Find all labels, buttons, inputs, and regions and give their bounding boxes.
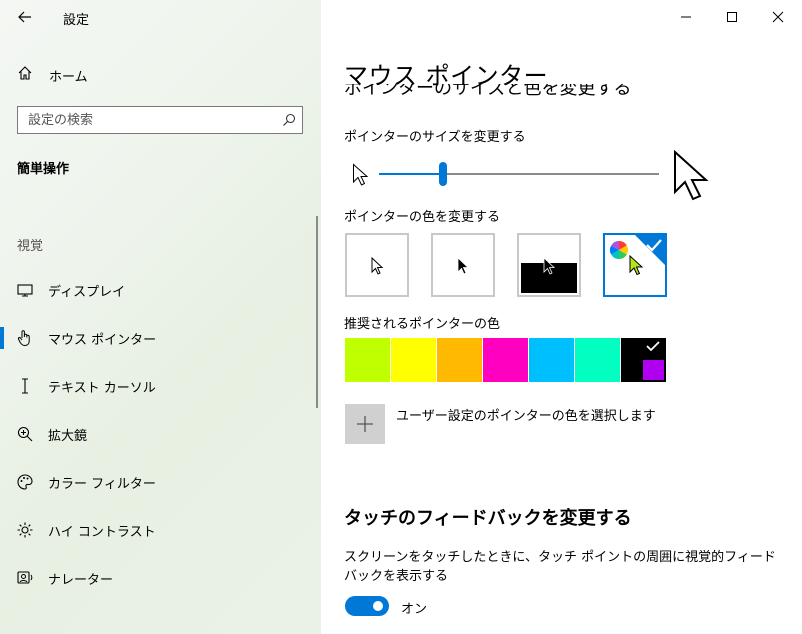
pointer-size-slider[interactable] xyxy=(379,162,659,186)
nav-scrollbar[interactable] xyxy=(316,216,318,408)
title-bar: 設定 xyxy=(0,0,321,34)
sidebar-item-narrator[interactable]: ナレーター xyxy=(0,557,321,597)
pointer-color-white[interactable] xyxy=(345,233,409,297)
nav-home[interactable]: ホーム xyxy=(0,60,321,88)
pointer-color-black[interactable] xyxy=(431,233,495,297)
black-pointer-icon xyxy=(457,257,470,275)
sidebar-item-display[interactable]: ディスプレイ xyxy=(0,269,321,309)
sidebar-item-text-cursor[interactable]: テキスト カーソル xyxy=(0,365,321,405)
sidebar-item-label: ナレーター xyxy=(48,573,114,588)
small-pointer-icon xyxy=(353,163,369,186)
color-swatch[interactable] xyxy=(483,338,528,382)
sidebar-item-mouse-pointer[interactable]: マウス ポインター xyxy=(0,317,321,357)
close-button[interactable] xyxy=(755,0,801,34)
sidebar-item-color-filter[interactable]: カラー フィルター xyxy=(0,461,321,501)
color-swatch[interactable] xyxy=(529,338,574,382)
minimize-icon xyxy=(681,16,691,18)
palette-icon xyxy=(17,474,33,490)
pointer-color-inverted[interactable] xyxy=(517,233,581,297)
maximize-icon xyxy=(727,12,737,22)
brightness-icon xyxy=(17,522,33,538)
search-box[interactable] xyxy=(17,106,303,134)
sidebar-item-label: マウス ポインター xyxy=(48,333,157,348)
narrator-icon xyxy=(17,571,33,584)
add-custom-color-button[interactable] xyxy=(345,404,385,444)
slider-fill xyxy=(379,173,443,175)
color-wheel-icon xyxy=(609,241,629,259)
home-icon xyxy=(18,66,32,80)
pointer-color-label: ポインターの色を変更する xyxy=(344,210,501,225)
white-pointer-icon xyxy=(371,257,384,275)
monitor-icon xyxy=(17,284,33,297)
sidebar-item-label: テキスト カーソル xyxy=(48,381,156,396)
add-custom-color-label[interactable]: ユーザー設定のポインターの色を選択します xyxy=(396,405,656,424)
sidebar-item-label: カラー フィルター xyxy=(48,477,156,492)
recommended-colors-label: 推奨されるポインターの色 xyxy=(344,317,501,332)
search-input[interactable] xyxy=(28,111,268,129)
slider-thumb[interactable] xyxy=(439,162,447,186)
pointer-color-custom[interactable] xyxy=(603,233,667,297)
toggle-knob xyxy=(373,601,383,611)
custom-pointer-icon xyxy=(629,255,644,276)
color-swatch[interactable] xyxy=(575,338,620,382)
main-content: マウス ポインター ポインターのサイズと色を変更する ポインターのサイズを変更す… xyxy=(321,0,802,634)
app-title: 設定 xyxy=(63,13,90,28)
section-heading-size-color: ポインターのサイズと色を変更する xyxy=(344,84,784,100)
sidebar-item-label: ハイ コントラスト xyxy=(48,525,156,540)
color-swatch[interactable] xyxy=(345,338,390,382)
nav-pane: 設定 ホーム 簡単操作 視覚 ディスプレイ マウス ポインター テキスト カーソ… xyxy=(0,0,321,634)
magnifier-icon xyxy=(17,426,33,442)
touch-feedback-toggle[interactable] xyxy=(345,596,389,616)
color-swatch[interactable] xyxy=(437,338,482,382)
inverted-pointer-icon xyxy=(543,257,556,275)
pointer-size-label: ポインターのサイズを変更する xyxy=(344,130,526,145)
large-pointer-icon xyxy=(674,150,709,201)
plus-icon xyxy=(357,416,373,432)
minimize-button[interactable] xyxy=(663,0,709,34)
back-arrow-icon xyxy=(18,11,31,23)
search-icon[interactable] xyxy=(282,113,296,127)
hand-pointer-icon xyxy=(17,330,30,347)
close-icon xyxy=(772,11,784,23)
sidebar-item-magnifier[interactable]: 拡大鏡 xyxy=(0,413,321,453)
section-heading-text: ポインターのサイズと色を変更する xyxy=(344,84,632,99)
touch-feedback-heading: タッチのフィードバックを変更する xyxy=(344,508,632,529)
sidebar-item-label: 拡大鏡 xyxy=(48,429,88,444)
touch-feedback-description: スクリーンをタッチしたときに、タッチ ポイントの周囲に視覚的フィードバックを表示… xyxy=(344,550,776,584)
active-indicator xyxy=(0,327,4,349)
swatch-selected-check-icon xyxy=(621,338,666,382)
toggle-state-label: オン xyxy=(401,602,428,617)
section-title: 簡単操作 xyxy=(17,162,70,177)
sidebar-item-high-contrast[interactable]: ハイ コントラスト xyxy=(0,509,321,549)
color-swatch[interactable] xyxy=(621,338,666,382)
group-label-vision: 視覚 xyxy=(17,239,44,254)
color-swatch[interactable] xyxy=(391,338,436,382)
text-cursor-icon xyxy=(22,378,28,394)
nav-home-label: ホーム xyxy=(49,70,88,85)
maximize-button[interactable] xyxy=(709,0,755,34)
sidebar-item-label: ディスプレイ xyxy=(48,285,126,300)
back-button[interactable] xyxy=(10,4,40,30)
